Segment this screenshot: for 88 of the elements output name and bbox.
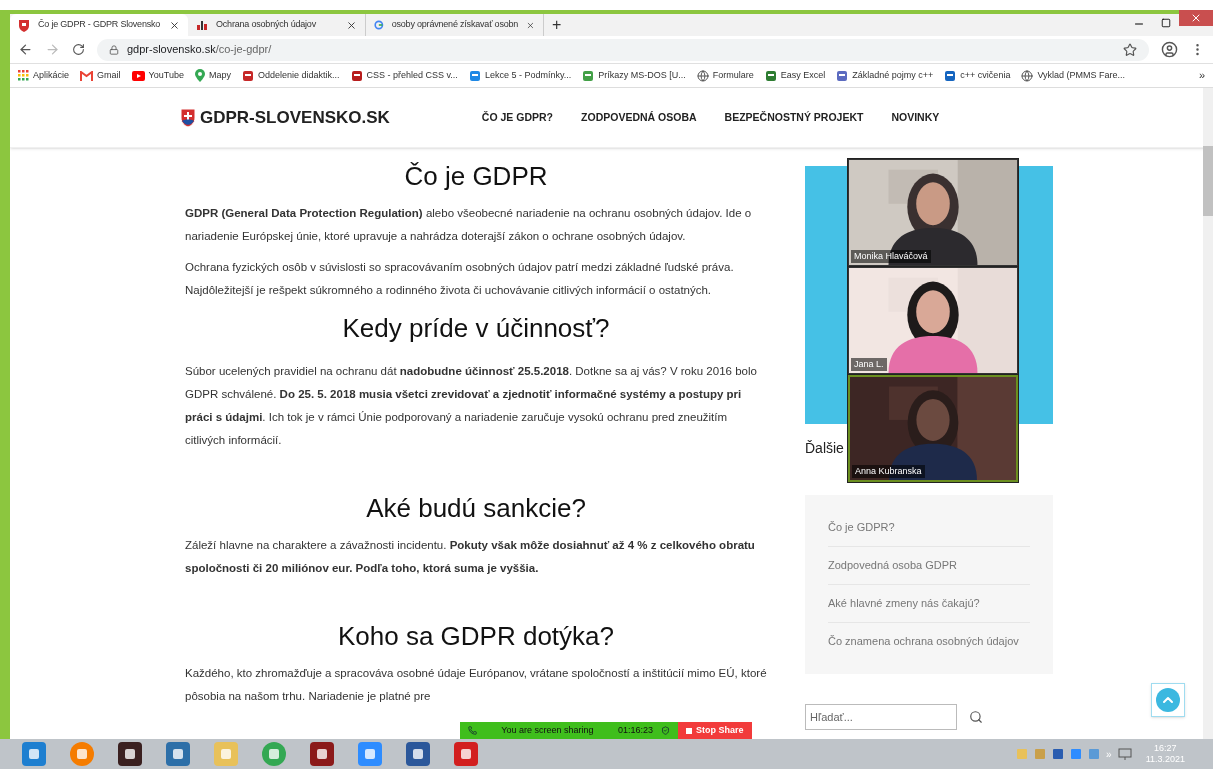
sidebar-link[interactable]: Čo je GDPR? <box>828 509 1030 547</box>
taskbar-app-icon[interactable] <box>308 741 336 767</box>
tab-title: osoby oprávnené získavať osobn <box>391 18 519 32</box>
section-heading: Aké budú sankcie? <box>365 492 587 525</box>
bookmark[interactable]: Aplikácie <box>18 68 70 83</box>
shield-logo-icon <box>180 107 196 128</box>
clock-time: 16:27 <box>1154 743 1177 754</box>
bookmark[interactable]: Príkazy MS-DOS [U... <box>582 68 686 83</box>
video-tile[interactable]: Monika Hlaváčová <box>848 159 1018 266</box>
video-tile[interactable]: Jana L. <box>848 267 1018 374</box>
nav-link[interactable]: NOVINKY <box>891 109 940 126</box>
reload-icon[interactable] <box>72 43 85 56</box>
globe-icon <box>1021 69 1034 82</box>
nav-link[interactable]: BEZPEČNOSTNÝ PROJEKT <box>724 109 864 126</box>
taskbar-app-icon[interactable] <box>116 741 144 767</box>
paragraph: Súbor ucelených pravidiel na ochranu dát nadobudne účinnosť 25.5.2018. Dotkne sa aj vás? V roku 2016 bolo GDPR schválené. Do 25. 5. 2018 musia všetci zrevidovať a zjednotiť informačné systémy a postupy pri práci s údajmi. Ich tok je v rámci Únie podporovaný a nariadenie zaručuje vysokú ochranu pred zneužitím citlivých informácií. <box>185 364 758 448</box>
phone-icon <box>468 726 477 735</box>
bookmark[interactable]: Oddelenie didaktik... <box>241 68 340 83</box>
bookmark-site-icon <box>468 69 481 82</box>
sidebar-link[interactable]: Zodpovedná osoba GDPR <box>828 547 1030 585</box>
video-tile[interactable]: Anna Kubranska <box>848 375 1018 482</box>
bookmark[interactable]: Základné pojmy c++ <box>836 68 934 83</box>
sharing-timer: 01:16:23 <box>617 723 653 737</box>
scrollbar-thumb[interactable] <box>1203 146 1213 216</box>
clock-date: 11.3.2021 <box>1145 754 1185 765</box>
close-icon <box>1190 12 1202 24</box>
tray-icon[interactable] <box>1052 748 1065 760</box>
close-window-button[interactable] <box>1179 10 1213 26</box>
bookmark[interactable]: Easy Excel <box>764 68 826 83</box>
section-heading: Čo je GDPR <box>403 160 549 193</box>
bookmark[interactable]: Mapy <box>194 68 231 83</box>
google-icon <box>374 19 384 31</box>
stop-share-button[interactable]: Stop Share <box>678 722 752 739</box>
url-text: gdpr-slovensko.sk/co-je-gdpr/ <box>127 42 272 58</box>
lock-icon <box>109 44 119 55</box>
bookmark-site-icon <box>241 69 254 82</box>
profile-icon[interactable] <box>1161 41 1178 58</box>
new-tab-button[interactable]: + <box>544 14 570 36</box>
nav-link[interactable]: ČO JE GDPR? <box>481 109 554 126</box>
tab-title: Čo je GDPR - GDPR Slovensko <box>38 18 161 32</box>
section-heading: Koho sa GDPR dotýka? <box>336 620 615 653</box>
participant-name: Jana L. <box>851 358 887 371</box>
search-icon[interactable] <box>969 710 983 724</box>
sidebar-link[interactable]: Aké hlavné zmeny nás čakajú? <box>828 585 1030 623</box>
address-bar[interactable]: gdpr-slovensko.sk/co-je-gdpr/ <box>97 38 1149 61</box>
site-logo[interactable]: GDPR-SLOVENSKO.SK <box>200 104 390 131</box>
bookmark-site-icon <box>764 69 777 82</box>
mail-icon <box>80 70 94 81</box>
search-field[interactable]: Hľadať... <box>805 704 957 730</box>
section-heading: Kedy príde v účinnosť? <box>341 312 611 345</box>
paragraph: GDPR (General Data Protection Regulation) alebo všeobecné nariadenie na ochranu osobných údajov. Ide o nariadenie Európskej únie, ktoré upravuje a nahrádza doterajší zákon o ochrane osobných údajov. <box>185 206 753 244</box>
apps-grid-icon <box>18 70 29 81</box>
bookmark[interactable]: Vyklad (PMMS Fare... <box>1021 68 1126 83</box>
bookmark[interactable]: Lekce 5 - Podmínky... <box>468 68 572 83</box>
bookmark-site-icon <box>836 69 849 82</box>
back-icon[interactable] <box>18 42 33 57</box>
taskbar-app-icon[interactable] <box>404 741 432 767</box>
participant-name: Anna Kubranska <box>852 465 925 478</box>
bookmark[interactable]: c++ cvičenia <box>944 68 1011 83</box>
bookmark[interactable]: CSS - přehled CSS v... <box>350 68 458 83</box>
bookmark-site-icon <box>582 69 595 82</box>
paragraph: Každého, kto zhromažďuje a spracováva osobné údaje Európanov, vrátane spoločností a inštitúcií mimo EÚ, ktoré pôsobia na našom trhu. Nariadenie je platné pre <box>185 666 767 704</box>
bookmark-site-icon <box>944 69 957 82</box>
bookmark[interactable]: Gmail <box>80 68 121 83</box>
nav-link[interactable]: ZODPOVEDNÁ OSOBA <box>581 109 697 126</box>
shield-icon <box>18 18 30 32</box>
sharing-status: You are screen sharing <box>500 723 595 737</box>
globe-icon <box>696 69 709 82</box>
sidebar-heading: Ďalšie <box>805 439 845 458</box>
tab-title: Ochrana osobných údajov <box>216 18 317 32</box>
network-icon[interactable] <box>1117 748 1132 760</box>
close-icon[interactable] <box>169 19 180 31</box>
sidebar-link[interactable]: Čo znamena ochrana osobných údajov <box>828 623 1030 660</box>
participant-name: Monika Hlaváčová <box>851 250 931 263</box>
browser-tab[interactable]: Čo je GDPR - GDPR Slovensko <box>10 14 188 36</box>
bookmark[interactable]: Formulare <box>696 68 754 83</box>
star-icon[interactable] <box>1123 42 1137 57</box>
close-icon[interactable] <box>346 19 357 31</box>
more-bookmarks-button[interactable]: » <box>1198 67 1205 84</box>
scroll-to-top-button[interactable] <box>1151 683 1185 717</box>
map-pin-icon <box>194 69 205 82</box>
bookmark[interactable]: YouTube <box>131 68 184 83</box>
paragraph: Záleží hlavne na charaktere a závažnosti incidentu. Pokuty však môže dosiahnuť až 4 % z celkového obratu spoločnosti či 20 miliónov eur. Podľa toho, ktorá suma je vyššia. <box>185 538 756 576</box>
shield-icon <box>661 726 670 735</box>
play-icon <box>131 70 145 81</box>
paragraph: Ochrana fyzických osôb v súvislosti so spracovávaním osobných údajov patrí medzi základné ľudské práva. Najdôležitejší je rešpekt súkromného a rodinného života či uchovávanie citlivých informácií o ostatných. <box>185 260 735 298</box>
maximize-icon[interactable] <box>1161 18 1171 28</box>
bookmark-site-icon <box>350 69 363 82</box>
